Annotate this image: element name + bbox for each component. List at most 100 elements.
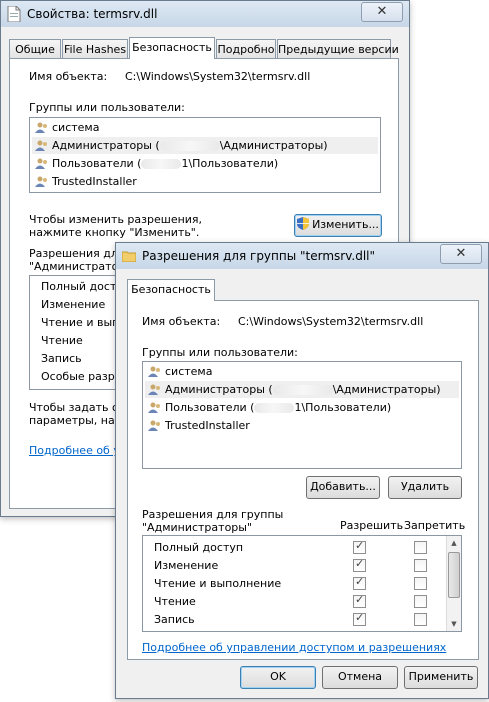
users-icon [148,420,160,431]
user-name: система [52,121,100,134]
change-hint-line2: нажмите кнопку "Изменить". [29,226,200,239]
user-name: Администраторы ( [52,139,160,152]
perm-allow-checkbox[interactable] [353,557,366,572]
user-item-system[interactable]: система [145,363,459,380]
cancel-button-label: Отмена [337,670,383,683]
user-item-trustedinstaller[interactable]: TrustedInstaller [32,173,378,190]
user-item-administrators[interactable]: Администраторы ( \Администраторы) [32,137,378,154]
perm-deny-checkbox[interactable] [414,613,427,626]
tab-security[interactable]: Безопасность [129,37,215,59]
redacted-computer-name [159,141,220,151]
ok-button-label: OK [270,670,286,683]
redacted-computer-name [254,403,295,413]
perms-label-line1: Разрешения для группы [142,508,284,521]
perm-allow-checkbox[interactable] [353,575,366,590]
add-button[interactable]: Добавить... [306,476,380,499]
user-name: Администраторы ( [165,383,273,396]
tab-label: Безопасность [132,41,212,54]
permissions-scrollbar[interactable]: ▲ ▼ [446,536,461,631]
change-hint-line1: Чтобы изменить разрешения, [29,213,203,226]
add-button-label: Добавить... [310,480,376,493]
user-name: система [165,365,213,378]
apply-button[interactable]: Применить [404,666,478,689]
user-name: Пользователи ( [52,157,142,170]
tab-file-hashes[interactable]: File Hashes [62,39,128,59]
perm-allow-checkbox[interactable] [353,611,366,626]
redacted-computer-name [141,159,182,169]
permissions-window: Разрешения для группы "termsrv.dll" ✕ Бе… [115,242,489,699]
perm-name: Чтение [41,334,83,347]
object-name-label: Имя объекта: [142,315,221,328]
tab-label: Предыдущие версии [278,43,399,56]
perm-name: Полный доступ [154,541,244,554]
user-item-users[interactable]: Пользователи ( 1\Пользователи) [145,399,459,416]
scroll-up-arrow-icon[interactable]: ▲ [447,537,461,549]
scroll-down-arrow-icon[interactable]: ▼ [447,618,461,630]
cancel-button[interactable]: Отмена [322,666,398,689]
perm-allow-checkbox[interactable] [353,593,366,608]
tab-previous-versions[interactable]: Предыдущие версии [277,39,399,59]
properties-close-button[interactable]: ✕ [361,2,403,22]
perm-name: Изменение [41,298,106,311]
user-group: \Администраторы) [219,139,328,152]
users-icon [35,158,47,169]
perm-deny-checkbox[interactable] [414,595,427,608]
users-icon [148,402,160,413]
close-icon: ✕ [455,246,467,261]
change-button-label: Изменить... [312,218,379,231]
tab-label: File Hashes [63,43,127,56]
permissions-titlebar[interactable]: Разрешения для группы "termsrv.dll" ✕ [116,243,488,269]
ok-button[interactable]: OK [240,666,316,689]
perm-name: Изменение [154,559,219,572]
users-listbox[interactable]: система Администраторы ( \Администраторы)… [142,361,462,469]
remove-button[interactable]: Удалить [388,476,462,499]
object-name-value: C:\Windows\System32\termsrv.dll [238,315,424,328]
perm-deny-checkbox[interactable] [414,559,427,572]
shield-icon [297,217,310,230]
advanced-hint-line1: Чтобы задать ос [29,401,125,414]
perm-name: Чтение и выполнение [154,577,282,590]
user-item-system[interactable]: система [32,119,378,136]
tab-label: Безопасность [131,283,211,296]
user-item-administrators[interactable]: Администраторы ( \Администраторы) [145,381,459,398]
perm-name: Запись [41,352,82,365]
tab-details[interactable]: Подробно [216,39,276,59]
permissions-title: Разрешения для группы "termsrv.dll" [142,249,376,263]
file-icon [7,6,21,22]
scrollbar-thumb[interactable] [448,552,460,598]
tab-label: Общие [15,43,55,56]
permissions-panel: Имя объекта: C:\Windows\System32\termsrv… [127,300,479,660]
users-icon [148,384,160,395]
tab-security[interactable]: Безопасность [127,279,215,301]
change-button[interactable]: Изменить... [294,214,382,237]
learn-more-link[interactable]: Подробнее об управлении доступом и разре… [142,641,446,654]
perm-name: Запись [154,613,195,626]
users-listbox[interactable]: система Администраторы ( \Администраторы)… [29,117,381,193]
permissions-close-button[interactable]: ✕ [440,244,482,264]
object-name-label: Имя объекта: [29,70,108,83]
perm-deny-checkbox[interactable] [414,541,427,554]
perm-allow-checkbox[interactable] [353,539,366,554]
users-icon [35,176,47,187]
remove-button-label: Удалить [400,480,450,493]
deny-column-header: Запретить [404,519,466,532]
user-group: 1\Пользователи) [294,401,392,414]
perms-label-line2: "Администраторы" [142,521,253,534]
perms-label-line1: Разрешения для [29,247,125,260]
user-item-trustedinstaller[interactable]: TrustedInstaller [145,417,459,434]
perms-label-line2: "Администратор [29,260,126,273]
object-name-value: C:\Windows\System32\termsrv.dll [125,70,311,83]
close-icon: ✕ [376,4,388,19]
user-name: TrustedInstaller [52,175,137,188]
user-name: Пользователи ( [165,401,255,414]
user-item-users[interactable]: Пользователи ( 1\Пользователи) [32,155,378,172]
user-group: 1\Пользователи) [181,157,279,170]
tab-label: Подробно [217,43,275,56]
user-group: \Администраторы) [332,383,441,396]
perm-deny-checkbox[interactable] [414,577,427,590]
properties-titlebar[interactable]: Свойства: termsrv.dll ✕ [1,1,409,27]
groups-label: Группы или пользователи: [142,346,298,359]
properties-title: Свойства: termsrv.dll [27,7,158,21]
tab-general[interactable]: Общие [9,39,61,59]
users-icon [35,140,47,151]
